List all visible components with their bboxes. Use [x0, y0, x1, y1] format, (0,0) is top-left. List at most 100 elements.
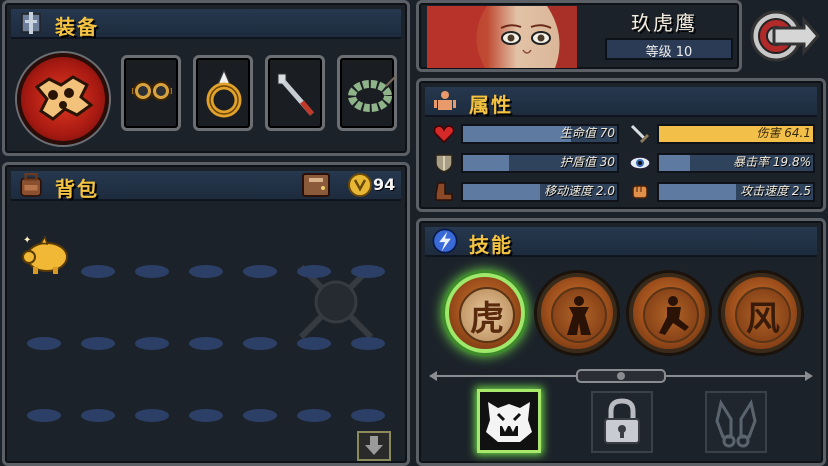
knuckle-weapon-icon — [34, 75, 94, 121]
skill-kick[interactable] — [629, 273, 709, 353]
backpack-title: 背包 — [55, 177, 99, 201]
attack-speed-fill — [659, 184, 736, 200]
stat-hp: 生命值 70 — [433, 123, 619, 145]
lightning-orb-icon — [432, 228, 458, 254]
move-fill — [463, 184, 540, 200]
portrait-face — [427, 6, 577, 68]
ring-icon — [206, 70, 242, 118]
empty-slot[interactable] — [27, 337, 61, 350]
back-button[interactable] — [748, 6, 820, 66]
move-label: 移动速度 2.0 — [544, 184, 615, 198]
coin-icon — [348, 173, 372, 197]
skills-header: 技能 — [425, 227, 817, 257]
empty-slot[interactable] — [297, 337, 331, 350]
crit-label: 暴击率 19.8% — [733, 155, 811, 169]
empty-slot[interactable] — [189, 337, 223, 350]
character-portrait — [427, 6, 577, 68]
empty-slot[interactable] — [351, 337, 385, 350]
crit-fill — [659, 155, 690, 171]
shield-icon — [435, 154, 453, 173]
hp-fill — [463, 126, 571, 142]
empty-slot[interactable] — [189, 265, 223, 278]
attack-speed-label: 攻击速度 2.5 — [740, 184, 811, 198]
talent-hands[interactable] — [705, 391, 767, 453]
stat-damage: 伤害 64.1 — [629, 123, 815, 145]
hp-label: 生命值 70 — [559, 126, 615, 140]
character-name: 玖虎鹰 — [631, 11, 697, 35]
drop-button[interactable] — [357, 431, 391, 461]
empty-slot[interactable] — [27, 409, 61, 422]
blade-icon — [277, 73, 314, 116]
goggles-slot[interactable] — [121, 55, 181, 131]
stat-shield: 护盾值 30 — [433, 152, 619, 174]
tiger-roar-icon — [486, 402, 532, 442]
person-icon — [434, 91, 456, 110]
blade-slot[interactable] — [265, 55, 325, 131]
piggy-bank-item[interactable]: ✦ — [19, 233, 75, 277]
equipment-header: 装备 — [11, 9, 401, 39]
empty-slot[interactable] — [189, 409, 223, 422]
backpack-header: 背包 94 — [11, 171, 401, 201]
character-level: 等级 10 — [605, 38, 733, 60]
empty-slot[interactable] — [135, 265, 169, 278]
skill-tiger[interactable]: 虎 — [445, 273, 525, 353]
ornament-divider — [429, 369, 813, 383]
backpack-panel: 背包 94 ✦ — [2, 162, 410, 466]
shield-label: 护盾值 30 — [559, 155, 615, 169]
skills-panel: 技能 虎 风 — [416, 218, 826, 466]
equipment-title: 装备 — [55, 15, 99, 39]
skill-tiger-glyph: 虎 — [459, 287, 515, 343]
stat-move: 移动速度 2.0 — [433, 181, 619, 203]
empty-slot[interactable] — [135, 337, 169, 350]
skills-title: 技能 — [469, 233, 513, 257]
exit-arrow-icon — [750, 10, 820, 62]
damage-label: 伤害 64.1 — [756, 126, 811, 140]
empty-slot[interactable] — [297, 265, 331, 278]
goggles-icon — [132, 81, 172, 101]
svg-text:✦: ✦ — [23, 235, 31, 246]
attributes-title: 属性 — [469, 93, 513, 117]
shield-fill — [463, 155, 510, 171]
skill-wind[interactable]: 风 — [721, 273, 801, 353]
eye-icon — [629, 156, 651, 170]
bead-bracelet-icon — [348, 75, 397, 112]
empty-slot[interactable] — [81, 337, 115, 350]
empty-slot[interactable] — [297, 409, 331, 422]
empty-slot[interactable] — [135, 409, 169, 422]
empty-slot[interactable] — [243, 265, 277, 278]
attributes-panel: 属性 生命值 70 护盾值 30 移动速度 2.0 伤害 64.1 暴击率 19… — [416, 78, 826, 212]
level-label: 等级 10 — [645, 45, 693, 60]
ring-slot[interactable] — [193, 55, 253, 131]
empty-slot[interactable] — [351, 409, 385, 422]
backpack-icon — [20, 173, 42, 197]
empty-slot[interactable] — [351, 265, 385, 278]
skill-stance-icon — [551, 287, 607, 343]
padlock-icon — [604, 398, 640, 444]
empty-slot[interactable] — [81, 265, 115, 278]
sword-icon — [630, 124, 650, 144]
empty-slot[interactable] — [81, 409, 115, 422]
talent-tiger-roar[interactable] — [477, 389, 541, 453]
character-panel: 玖虎鹰 等级 10 — [416, 0, 742, 72]
equipment-icon — [21, 12, 41, 34]
attributes-header: 属性 — [425, 87, 817, 117]
stat-crit: 暴击率 19.8% — [629, 152, 815, 174]
wallet-icon — [302, 173, 330, 197]
talent-locked[interactable] — [591, 391, 653, 453]
stat-attack-speed: 攻击速度 2.5 — [629, 181, 815, 203]
skill-wind-glyph: 风 — [735, 287, 791, 343]
fist-icon — [632, 185, 648, 199]
equipment-panel: 装备 — [2, 0, 410, 156]
skill-stance[interactable] — [537, 273, 617, 353]
coin-count: 94 — [373, 175, 396, 194]
weapon-slot[interactable] — [17, 53, 109, 145]
bracelet-slot[interactable] — [337, 55, 397, 131]
heart-icon — [433, 125, 455, 144]
empty-slot[interactable] — [243, 337, 277, 350]
empty-slot[interactable] — [243, 409, 277, 422]
boot-icon — [435, 182, 453, 201]
skill-kick-icon — [643, 287, 699, 343]
drop-arrow-icon — [365, 436, 383, 455]
piggy-bank-icon: ✦ — [22, 235, 68, 274]
praying-hands-icon — [715, 399, 757, 448]
